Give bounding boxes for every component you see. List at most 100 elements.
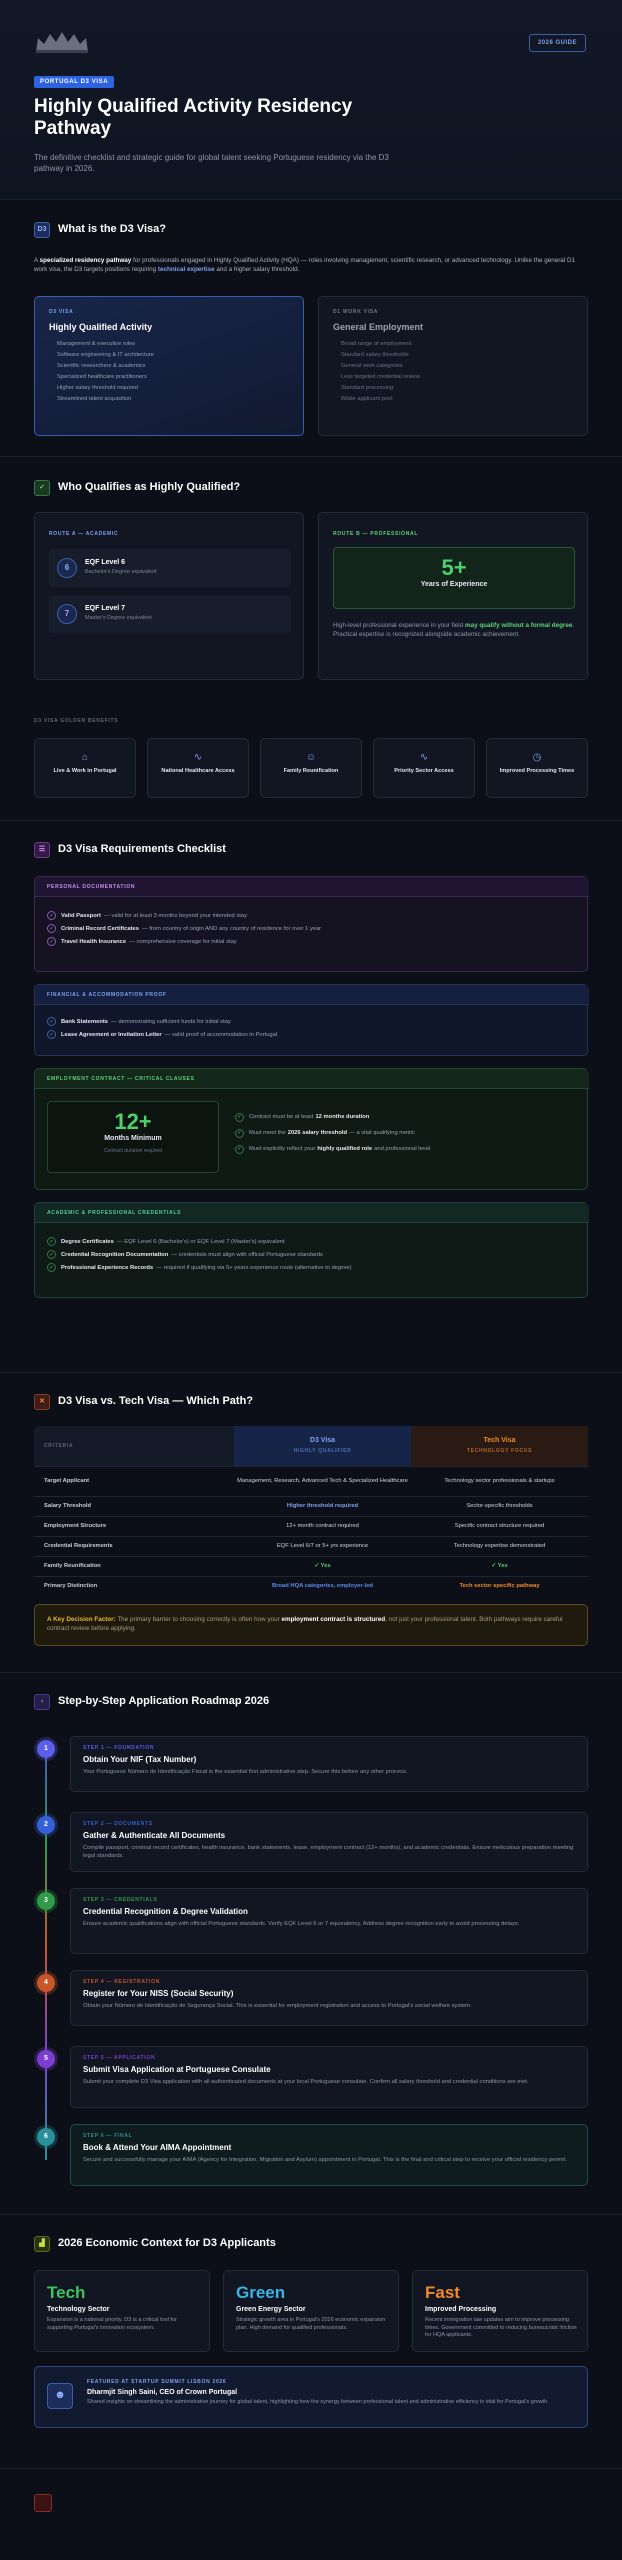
route-b-kicker: ROUTE B — PROFESSIONAL [333, 531, 419, 537]
eqf-title: EQF Level 7 [85, 605, 126, 612]
personal-docs-card: PERSONAL DOCUMENTATION ✓ Valid Passport —… [34, 876, 589, 972]
check-icon: ✓ [235, 1144, 244, 1154]
checklist-item: ✓ Valid Passport — valid for at least 3 m… [47, 909, 321, 922]
checklist-item: ✓ Professional Experience Records — requi… [47, 1261, 352, 1274]
d3-icon: D3 [34, 222, 50, 238]
check-icon: ✓ [47, 1250, 56, 1259]
clock-icon: ◷ [532, 752, 542, 763]
economy-card-desc: Expansion is a national priority. D3 is … [47, 2317, 177, 2331]
contract-clauses: ✓ Contract must be at least 12 months dur… [235, 1109, 430, 1157]
contract-duration-note: Contract duration required [103, 1147, 163, 1154]
checklist-item: ✓ Must explicitly reflect your highly qua… [235, 1141, 430, 1157]
section-economy-title: 2026 Economic Context for D3 Applicants [58, 2237, 276, 2250]
check-icon: ✓ [47, 911, 56, 920]
experience-box: 5+ Years of Experience [333, 547, 575, 609]
step-description: Ensure academic qualifications align wit… [83, 1921, 520, 1928]
benefit-card: ∿ National Healthcare Access [147, 738, 249, 798]
divider [0, 820, 622, 821]
checklist-item: ✓ Must meet the 2026 salary threshold — a… [235, 1125, 430, 1141]
step-number: 2 [37, 1816, 55, 1834]
list-item: General work categories [341, 363, 403, 369]
checklist-item: ✓ Contract must be at least 12 months dur… [235, 1109, 430, 1125]
guide-button[interactable]: 2026 GUIDE [528, 34, 586, 53]
quote-name: Dharmjit Singh Saini, CEO of Crown Portu… [87, 2389, 238, 2396]
contract-card: EMPLOYMENT CONTRACT — CRITICAL CLAUSES 1… [34, 1068, 589, 1190]
hero-section: 2026 GUIDE PORTUGAL D3 VISA Highly Quali… [0, 0, 622, 200]
benefit-label: National Healthcare Access [161, 768, 235, 774]
economy-card-desc: Recent immigration law updates aim to im… [425, 2317, 577, 2338]
step-description: Compile passport, criminal record certif… [83, 1845, 574, 1860]
step-title: Credential Recognition & Degree Validati… [83, 1907, 248, 1916]
list-item: Software engineering & IT architecture [57, 352, 154, 358]
d1-visa-card: D1 WORK VISA General Employment Broad ra… [318, 296, 588, 436]
section-roadmap-title: Step-by-Step Application Roadmap 2026 [58, 1695, 270, 1708]
table-cell: Technology expertise demonstrated [453, 1543, 546, 1550]
eqf-item: 7 EQF Level 7 Master's Degree equivalent [49, 595, 291, 633]
roadmap-step: STEP 4 — REGISTRATION Register for Your N… [70, 1970, 588, 2026]
benefits-kicker: D3 VISA GOLDEN BENEFITS [34, 718, 119, 724]
pulse-icon: ∿ [193, 752, 203, 763]
quote-text: Shared insights on streamlining the admi… [87, 2399, 549, 2405]
economy-big: Tech [47, 2283, 86, 2302]
chart-icon: ▟ [34, 2236, 50, 2252]
table-cell: Technology sector professionals & startu… [444, 1478, 555, 1485]
route-b-desc: High-level professional experience in yo… [333, 622, 575, 638]
economy-card-title: Green Energy Sector [236, 2306, 306, 2313]
d1-card-list: Broad range of employment Standard salar… [341, 339, 420, 405]
table-row: Salary Threshold Higher threshold require… [34, 1496, 588, 1516]
academic-list: ✓ Degree Certificates — EQF Level 6 (Bach… [47, 1235, 352, 1274]
footer-icon[interactable] [34, 2494, 52, 2512]
list-item: Management & executive roles [57, 341, 136, 347]
roadmap-step: STEP 5 — APPLICATION Submit Visa Applicat… [70, 2046, 588, 2108]
contract-kicker: EMPLOYMENT CONTRACT — CRITICAL CLAUSES [47, 1076, 195, 1082]
table-cell: Tech sector specific pathway [459, 1583, 540, 1590]
contract-months-label: Months Minimum [104, 1135, 162, 1142]
family-icon: ☺ [305, 752, 317, 763]
tech-column-title: Tech Visa [483, 1437, 516, 1444]
step-title: Register for Your NISS (Social Security) [83, 1989, 234, 1998]
check-icon: ✓ [34, 480, 50, 496]
table-cell: Employment Structure [44, 1523, 107, 1530]
personal-list: ✓ Valid Passport — valid for at least 3 m… [47, 909, 321, 948]
section-what-title: What is the D3 Visa? [58, 223, 166, 236]
section-checklist-title: D3 Visa Requirements Checklist [58, 843, 226, 856]
benefit-label: Improved Processing Times [499, 768, 575, 774]
divider [0, 1672, 622, 1673]
checklist-item: ✓ Bank Statements — demonstrating suffici… [47, 1015, 277, 1028]
step-title: Book & Attend Your AIMA Appointment [83, 2143, 232, 2152]
section-who-title: Who Qualifies as Highly Qualified? [58, 481, 241, 494]
economy-card-title: Improved Processing [425, 2306, 497, 2313]
list-item: Specialized healthcare practitioners [57, 374, 147, 380]
economy-card: Fast Improved Processing Recent immigrat… [412, 2270, 588, 2352]
crown-logo-icon[interactable] [34, 30, 90, 54]
section-roadmap-heading: › Step-by-Step Application Roadmap 2026 [34, 1694, 269, 1710]
eqf-title: EQF Level 6 [85, 559, 126, 566]
benefit-label: Family Reunification [283, 768, 339, 774]
step-label: STEP 3 — CREDENTIALS [83, 1897, 158, 1903]
list-item: Higher salary threshold required [57, 385, 138, 391]
d3-card-kicker: D3 VISA [49, 309, 74, 315]
roadmap-step: STEP 3 — CREDENTIALS Credential Recogniti… [70, 1888, 588, 1954]
section-economy-heading: ▟ 2026 Economic Context for D3 Applicant… [34, 2236, 276, 2252]
eqf-subtitle: Bachelor's Degree equivalent [85, 569, 157, 575]
table-cell: Credential Requirements [44, 1543, 113, 1550]
route-a-card: ROUTE A — ACADEMIC 6 EQF Level 6 Bachelo… [34, 512, 304, 680]
home-icon: ⌂ [81, 752, 89, 763]
tech-column-sub: TECHNOLOGY FOCUS [466, 1447, 533, 1454]
section-checklist-heading: ☰ D3 Visa Requirements Checklist [34, 842, 226, 858]
economy-big: Fast [425, 2283, 460, 2302]
list-item: Standard salary thresholds [341, 352, 409, 358]
table-cell: Target Applicant [44, 1478, 90, 1485]
table-row: Family Reunification ✓ Yes ✓ Yes [34, 1556, 588, 1576]
step-description: Submit your complete D3 Visa application… [83, 2079, 529, 2086]
table-row: Credential Requirements EQF Level 6/7 or … [34, 1536, 588, 1556]
economy-card: Tech Technology Sector Expansion is a na… [34, 2270, 210, 2352]
step-description: Secure and successfully manage your AIMA… [83, 2157, 567, 2164]
eqf-item: 6 EQF Level 6 Bachelor's Degree equivale… [49, 549, 291, 587]
economy-card-desc: Strategic growth area in Portugal's 2026… [236, 2317, 386, 2331]
page: 2026 GUIDE PORTUGAL D3 VISA Highly Quali… [0, 0, 622, 2560]
table-cell: ✓ Yes [314, 1563, 331, 1570]
hero-subtitle: The definitive checklist and strategic g… [34, 153, 389, 173]
divider [0, 456, 622, 457]
table-cell: 12+ month contract required [286, 1523, 359, 1530]
